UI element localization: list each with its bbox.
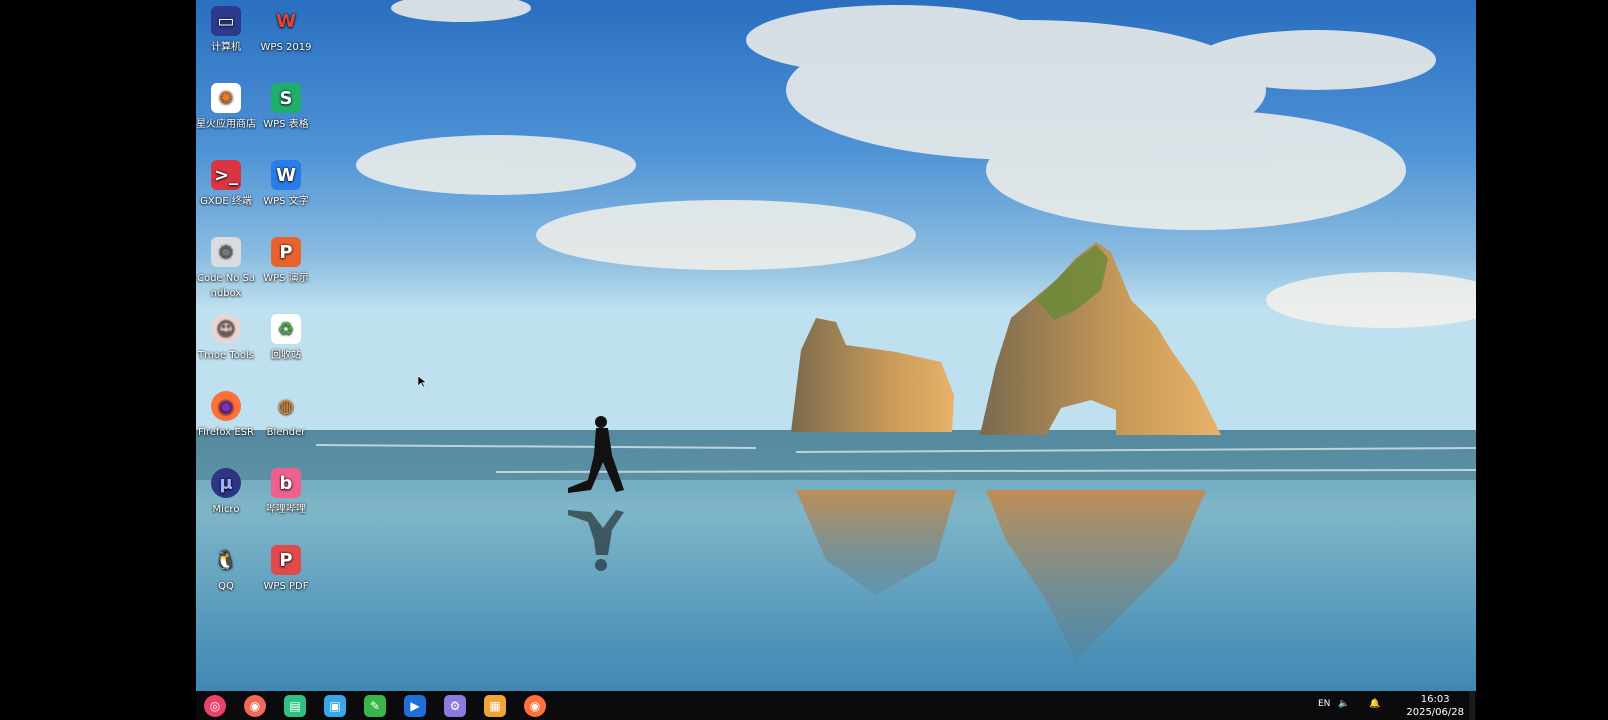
desktop-icon-label: 哔哩哔哩	[266, 504, 306, 515]
desktop-wallpaper	[196, 0, 1476, 691]
desktop-icon-label: WPS 文字	[263, 196, 309, 207]
bilibili-icon: b	[271, 468, 301, 498]
desktop-icon[interactable]: ◍ Blender	[256, 387, 316, 440]
desktop-icon[interactable]: ⚙ Code No Sandbox	[196, 233, 256, 301]
desktop-icon[interactable]: ♻ 回收站	[256, 310, 316, 363]
desktop-icon-label: 计算机	[211, 42, 241, 53]
notification-bell-icon[interactable]: 🔔	[1369, 699, 1380, 709]
desktop-icon-label: GXDE 终端	[200, 196, 252, 207]
desktop-icon-label: WPS 演示	[263, 273, 309, 284]
desktop-screen: ▭ 计算机 W WPS 2019 ✺ 星火应用商店 S WPS 表格 >_ GXDE 终端 W WPS…	[196, 0, 1476, 720]
desktop-icon[interactable]: ✺ 星火应用商店	[196, 79, 256, 132]
desktop-icon-label: WPS PDF	[263, 581, 309, 592]
wps-office-icon: W	[276, 10, 296, 32]
video-player-icon[interactable]: ▶	[404, 695, 426, 717]
desktop-icon-label: Firefox ESR	[198, 427, 254, 438]
code-gear-icon: ⚙	[211, 237, 241, 267]
desktop-icon-label: QQ	[218, 581, 234, 592]
spark-store-icon: ✺	[211, 83, 241, 113]
volume-icon[interactable]: 🔈	[1338, 699, 1349, 709]
desktop-icon[interactable]: ▭ 计算机	[196, 2, 256, 55]
desktop-icon-label: Blender	[266, 427, 306, 438]
desktop-icon[interactable]: W WPS 文字	[256, 156, 316, 209]
desktop-icon-label: 回收站	[271, 350, 301, 361]
desktop-icon-label: Tmoe Tools	[198, 350, 254, 361]
desktop-icon[interactable]: S WPS 表格	[256, 79, 316, 132]
blender-icon: ◍	[278, 395, 294, 417]
desktop-icon[interactable]: >_ GXDE 终端	[196, 156, 256, 209]
wps-spreadsheet-icon: S	[271, 83, 301, 113]
desktop-icon[interactable]: b 哔哩哔哩	[256, 464, 316, 517]
micro-editor-icon: μ	[211, 468, 241, 498]
desktop-icon[interactable]: P WPS PDF	[256, 541, 316, 594]
editor-icon[interactable]: ✎	[364, 695, 386, 717]
side-handle	[1469, 691, 1475, 720]
clock-date: 2025/06/28	[1406, 707, 1464, 718]
desktop-icon-label: WPS 2019	[260, 42, 312, 53]
app-store-icon[interactable]: ▣	[324, 695, 346, 717]
firefox-icon: ◉	[211, 391, 241, 421]
keyboard-layout-indicator[interactable]: EN	[1318, 699, 1330, 709]
desktop-icon[interactable]: P WPS 演示	[256, 233, 316, 286]
desktop-icon[interactable]: W WPS 2019	[256, 2, 316, 55]
settings-gear-icon[interactable]: ⚙	[444, 695, 466, 717]
launcher-icon[interactable]: ◎	[204, 695, 226, 717]
desktop-icon-label: Micro	[212, 504, 240, 515]
clock-time: 16:03	[1420, 694, 1450, 705]
desktop-icon-label: 星火应用商店	[196, 119, 256, 130]
qq-penguin-icon: 🐧	[214, 549, 238, 571]
tmoe-avatar-icon: ☺	[211, 314, 241, 344]
computer-icon: ▭	[211, 6, 241, 36]
taskbar-clock[interactable]: 16:03 2025/06/28	[1406, 693, 1464, 719]
desktop-icon[interactable]: μ Micro	[196, 464, 256, 517]
wps-presentation-icon: P	[271, 237, 301, 267]
image-viewer-icon[interactable]: ▦	[484, 695, 506, 717]
terminal-icon: >_	[211, 160, 241, 190]
desktop-icon-label: Code No Sandbox	[196, 273, 256, 299]
desktop-icon[interactable]: ☺ Tmoe Tools	[196, 310, 256, 363]
desktop-icon-label: WPS 表格	[263, 119, 309, 130]
taskbar: ◎ ◉ ▤ ▣ ✎ ▶ ⚙ ▦ ◉ EN 🔈 🔔 16:03 2025/06/28	[196, 691, 1476, 720]
firefox-icon[interactable]: ◉	[524, 695, 546, 717]
desktop-icon[interactable]: 🐧 QQ	[196, 541, 256, 594]
desktop-icon[interactable]: ◉ Firefox ESR	[196, 387, 256, 440]
wps-writer-icon: W	[271, 160, 301, 190]
screenshot-icon[interactable]: ◉	[244, 695, 266, 717]
recycle-bin-icon: ♻	[271, 314, 301, 344]
wps-pdf-icon: P	[271, 545, 301, 575]
terminal-icon[interactable]: ▤	[284, 695, 306, 717]
